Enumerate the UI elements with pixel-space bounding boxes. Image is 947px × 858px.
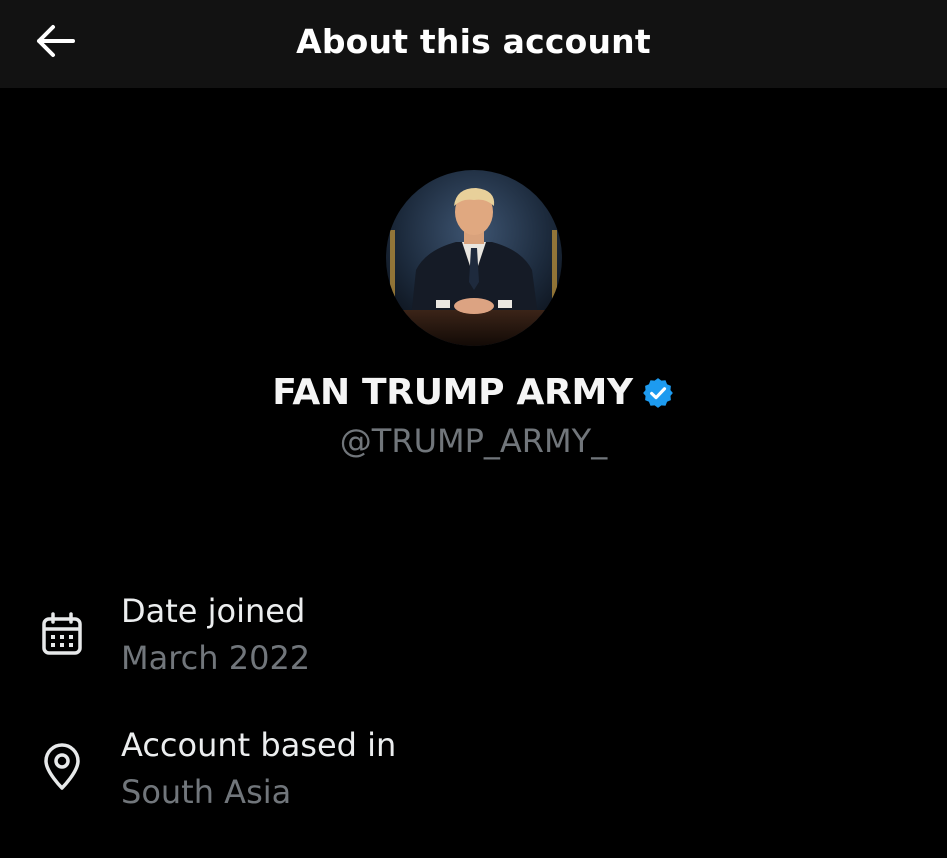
page-title: About this account — [296, 22, 651, 61]
top-bar: About this account — [0, 0, 947, 88]
info-value: South Asia — [121, 773, 292, 811]
location-pin-icon — [38, 742, 86, 792]
avatar-image — [386, 170, 562, 346]
info-label: Account based in — [121, 726, 397, 764]
info-row-date-joined: Date joined March 2022 — [0, 590, 947, 690]
display-name-row: FAN TRUMP ARMY — [0, 372, 947, 413]
back-button[interactable] — [30, 18, 80, 64]
verified-badge-icon — [642, 377, 673, 408]
avatar[interactable] — [386, 170, 562, 346]
arrow-left-icon — [37, 25, 75, 57]
display-name: FAN TRUMP ARMY — [272, 372, 633, 413]
info-label: Date joined — [121, 592, 306, 630]
account-handle: @TRUMP_ARMY_ — [339, 422, 608, 460]
calendar-icon — [38, 609, 86, 659]
info-value: March 2022 — [121, 639, 311, 677]
info-row-account-based-in: Account based in South Asia — [0, 724, 947, 824]
